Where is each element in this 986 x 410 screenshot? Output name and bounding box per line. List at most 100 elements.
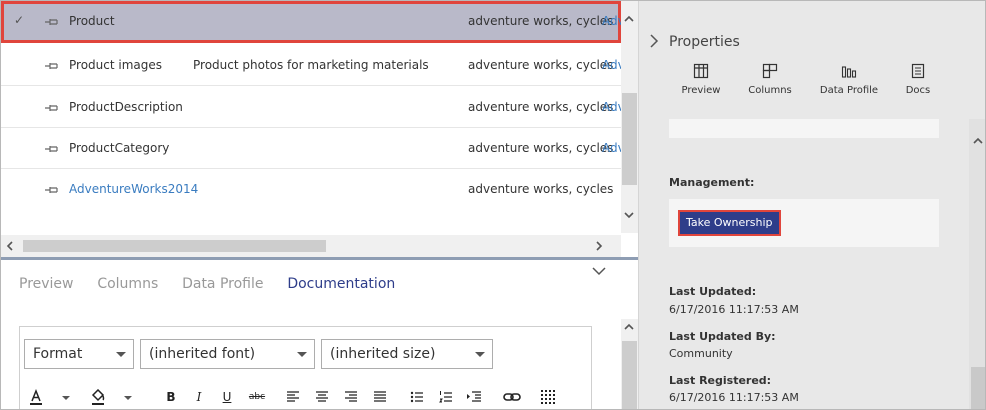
tab-documentation[interactable]: Documentation (287, 276, 395, 292)
chevron-down-icon[interactable] (591, 265, 607, 277)
tab-columns[interactable]: Columns (97, 276, 158, 292)
highlight-color-button[interactable] (88, 388, 140, 405)
asset-row-product-category[interactable]: ProductCategory adventure works, cycles … (1, 128, 621, 169)
format-select[interactable]: Format (24, 339, 134, 369)
pin-icon (45, 19, 58, 25)
asset-tags: adventure works, cycles (468, 58, 614, 72)
asset-list: ✓ Product adventure works, cycles Adv Pr… (1, 1, 621, 209)
asset-tags: adventure works, cycles (468, 100, 614, 114)
scrollbar-thumb[interactable] (622, 341, 637, 409)
columns-label: Columns (748, 85, 792, 96)
asset-list-vertical-scrollbar[interactable] (621, 1, 638, 233)
bullet-list-icon[interactable] (410, 389, 424, 405)
asset-tags: adventure works, cycles (468, 182, 614, 196)
indent-icon[interactable] (466, 389, 482, 405)
table-icon (693, 63, 709, 79)
scrollbar-thumb[interactable] (622, 93, 637, 185)
preview-button[interactable]: Preview (671, 63, 731, 96)
tab-preview[interactable]: Preview (19, 276, 74, 292)
asset-tags: adventure works, cycles (468, 14, 614, 28)
text-color-icon (30, 388, 70, 405)
strikethrough-button[interactable]: abc (246, 389, 268, 405)
asset-name[interactable]: Product (69, 14, 115, 28)
chevron-right-icon[interactable] (649, 33, 659, 49)
last-registered-label: Last Registered: (669, 374, 772, 387)
properties-scrollbar[interactable] (969, 119, 985, 409)
last-updated-value: 6/17/2016 11:17:53 AM (669, 303, 799, 316)
align-justify-icon[interactable] (373, 389, 387, 405)
scroll-up-icon[interactable] (972, 135, 984, 147)
table-grid-icon[interactable] (540, 389, 556, 405)
management-label: Management: (669, 176, 755, 189)
detail-tabs: Preview Columns Data Profile Documentati… (19, 276, 415, 294)
asset-description: Product photos for marketing materials (193, 58, 429, 72)
docs-label: Docs (905, 85, 931, 96)
check-icon: ✓ (14, 13, 25, 27)
chevron-down-icon (116, 352, 126, 357)
asset-list-horizontal-scrollbar[interactable] (1, 235, 621, 257)
asset-name[interactable]: Product images (69, 58, 162, 72)
bold-button[interactable]: B (163, 389, 179, 405)
bar-chart-icon (841, 66, 857, 78)
asset-expert-link[interactable]: Adv (602, 141, 621, 155)
pin-icon (45, 146, 58, 152)
pin-icon (45, 63, 58, 69)
properties-panel: Properties Preview Columns Data Profile … (638, 1, 985, 409)
font-select[interactable]: (inherited font) (140, 339, 315, 369)
chevron-down-icon (297, 352, 307, 357)
paint-bucket-icon (91, 388, 132, 405)
docs-button[interactable]: Docs (888, 63, 948, 96)
font-select-value: (inherited font) (149, 346, 256, 362)
editor-vertical-scrollbar[interactable] (621, 319, 638, 409)
pin-icon (45, 187, 58, 193)
last-updated-by-value: Community (669, 347, 733, 360)
asset-tags: adventure works, cycles (468, 141, 614, 155)
preview-label: Preview (681, 85, 721, 96)
scroll-up-icon[interactable] (623, 321, 635, 333)
align-left-icon[interactable] (286, 389, 300, 405)
italic-button[interactable]: I (191, 389, 207, 405)
asset-row-product[interactable]: ✓ Product adventure works, cycles Adv (1, 1, 621, 43)
last-updated-label: Last Updated: (669, 285, 757, 298)
scrollbar-thumb[interactable] (971, 367, 985, 409)
scrollbar-thumb[interactable] (23, 240, 326, 252)
asset-name[interactable]: ProductDescription (69, 100, 183, 114)
asset-expert-link[interactable]: Adv (602, 14, 621, 28)
app-window: ✓ Product adventure works, cycles Adv Pr… (0, 0, 986, 410)
asset-name-link[interactable]: AdventureWorks2014 (69, 182, 198, 196)
document-icon (911, 63, 925, 79)
scroll-down-icon[interactable] (623, 209, 635, 221)
data-profile-label: Data Profile (819, 85, 879, 96)
columns-icon (762, 63, 778, 79)
asset-row-product-images[interactable]: Product images Product photos for market… (1, 45, 621, 86)
pane-splitter[interactable] (1, 257, 638, 260)
columns-button[interactable]: Columns (740, 63, 800, 96)
asset-name[interactable]: ProductCategory (69, 141, 169, 155)
asset-row-product-description[interactable]: ProductDescription adventure works, cycl… (1, 87, 621, 128)
align-right-icon[interactable] (344, 389, 358, 405)
format-select-value: Format (33, 346, 83, 362)
pin-icon (45, 105, 58, 111)
documentation-editor: Format (inherited font) (inherited size) (19, 326, 592, 409)
asset-expert-link[interactable]: Adv (602, 100, 621, 114)
chevron-down-icon (475, 352, 485, 357)
asset-expert-link[interactable]: Adv (602, 58, 621, 72)
take-ownership-button[interactable]: Take Ownership (678, 210, 781, 236)
management-card: Take Ownership (669, 199, 939, 247)
size-select[interactable]: (inherited size) (321, 339, 493, 369)
link-icon[interactable] (503, 389, 521, 405)
text-color-button[interactable] (26, 388, 78, 405)
asset-row-adventureworks2014[interactable]: AdventureWorks2014 adventure works, cycl… (1, 169, 621, 209)
scroll-up-icon[interactable] (623, 13, 635, 25)
last-registered-value: 6/17/2016 11:17:53 AM (669, 391, 799, 404)
align-center-icon[interactable] (315, 389, 329, 405)
size-select-value: (inherited size) (330, 346, 436, 362)
numbered-list-icon[interactable] (439, 389, 453, 405)
tab-data-profile[interactable]: Data Profile (182, 276, 263, 292)
properties-title: Properties (669, 34, 740, 50)
scroll-right-icon[interactable] (593, 240, 605, 252)
scroll-left-icon[interactable] (4, 240, 16, 252)
data-profile-button[interactable]: Data Profile (819, 63, 879, 96)
properties-card (669, 119, 939, 138)
underline-button[interactable]: U (219, 389, 235, 405)
